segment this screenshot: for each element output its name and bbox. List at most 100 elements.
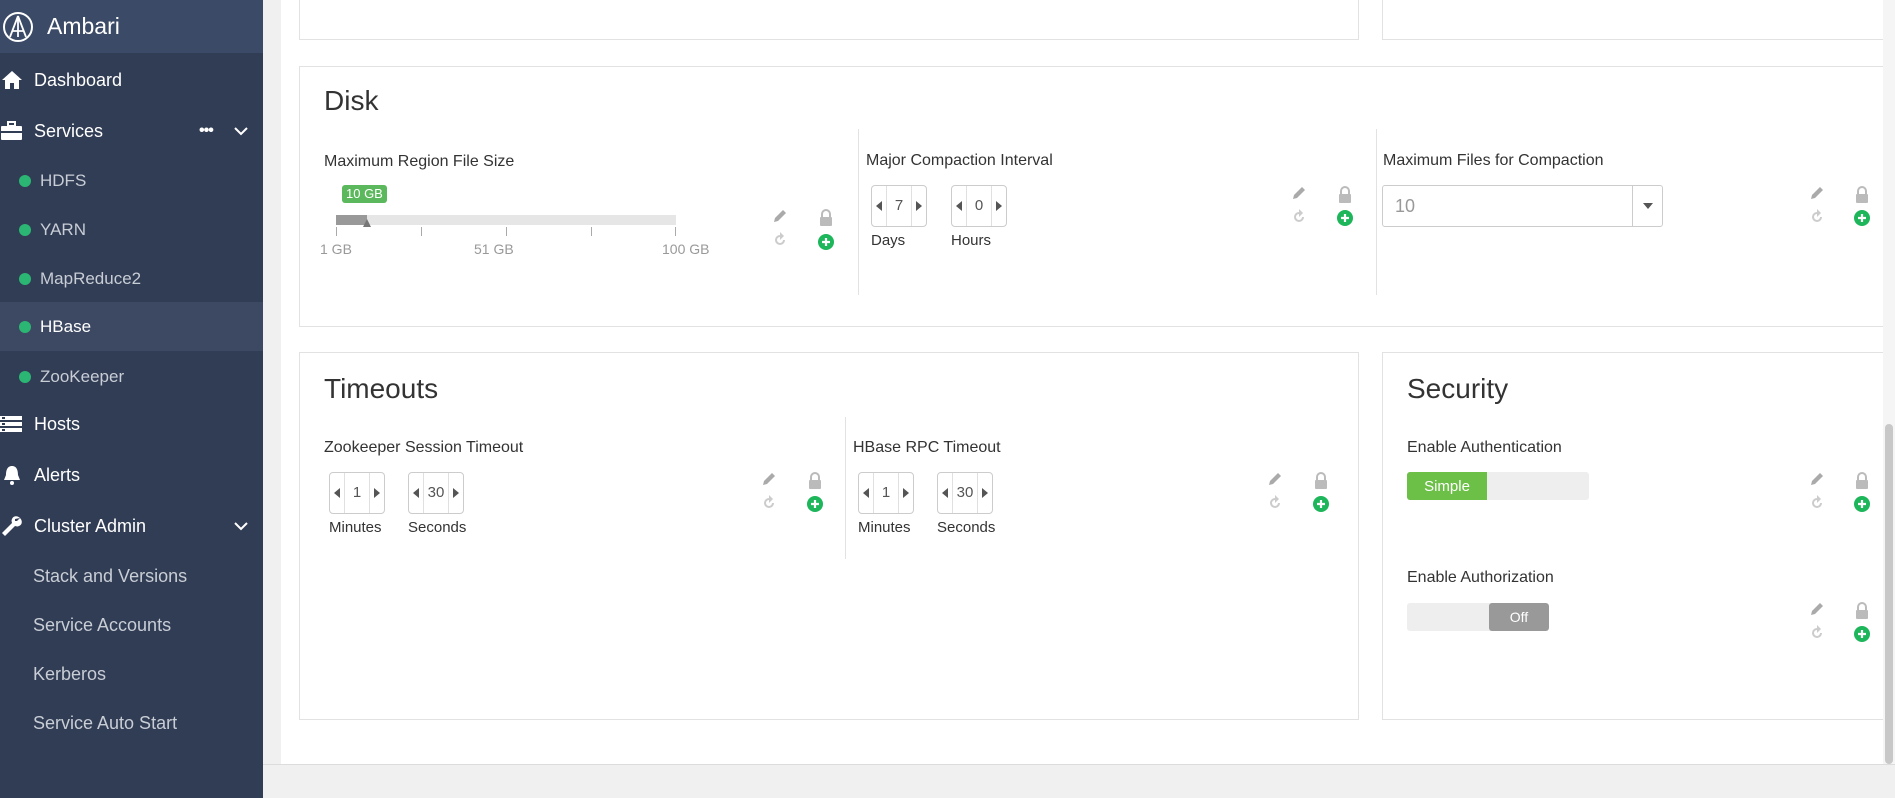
zk-seconds-stepper[interactable]: 30 xyxy=(408,472,464,514)
decrement-icon[interactable] xyxy=(859,473,873,513)
service-item-hdfs[interactable]: HDFS xyxy=(0,156,263,205)
add-override-icon[interactable] xyxy=(817,233,835,251)
hours-stepper[interactable]: 0 xyxy=(951,185,1007,227)
lock-icon[interactable] xyxy=(1336,186,1354,204)
main-content: Disk Maximum Region File Size 10 GB 1 GB… xyxy=(281,0,1895,764)
briefcase-icon xyxy=(1,121,22,140)
edit-icon[interactable] xyxy=(1808,600,1826,618)
undo-icon[interactable] xyxy=(1808,494,1826,512)
days-value[interactable]: 7 xyxy=(886,186,912,226)
admin-item-service-accounts[interactable]: Service Accounts xyxy=(0,601,263,650)
undo-icon[interactable] xyxy=(760,494,778,512)
max-files-combobox[interactable]: 10 xyxy=(1382,185,1663,227)
admin-item-label: Kerberos xyxy=(33,664,107,684)
lock-icon[interactable] xyxy=(1853,472,1871,490)
scrollbar-thumb[interactable] xyxy=(1885,424,1893,764)
admin-item-label: Stack and Versions xyxy=(33,566,188,586)
chevron-down-icon[interactable] xyxy=(233,518,249,534)
nav-dashboard[interactable]: Dashboard xyxy=(0,61,263,99)
increment-icon[interactable] xyxy=(992,186,1006,226)
service-item-hbase[interactable]: HBase xyxy=(0,302,263,351)
rpc-minutes-value[interactable]: 1 xyxy=(873,473,899,513)
add-override-icon[interactable] xyxy=(1336,209,1354,227)
panel-title: Security xyxy=(1407,373,1509,404)
lock-icon[interactable] xyxy=(817,209,835,227)
slider-handle[interactable] xyxy=(363,219,371,227)
zk-seconds-value[interactable]: 30 xyxy=(423,473,449,513)
rpc-seconds-value[interactable]: 30 xyxy=(952,473,978,513)
field-label: Enable Authorization xyxy=(1407,569,1554,586)
nav-alerts[interactable]: Alerts xyxy=(0,456,263,494)
days-stepper[interactable]: 7 xyxy=(871,185,927,227)
rpc-seconds-stepper[interactable]: 30 xyxy=(937,472,993,514)
field-label: Zookeeper Session Timeout xyxy=(324,439,524,456)
slider-tick xyxy=(336,227,337,236)
edit-icon[interactable] xyxy=(1808,470,1826,488)
lock-icon[interactable] xyxy=(1853,602,1871,620)
decrement-icon[interactable] xyxy=(872,186,886,226)
caret-down-icon xyxy=(1642,203,1653,209)
edit-icon[interactable] xyxy=(771,207,789,225)
scrollbar[interactable] xyxy=(1883,0,1895,764)
edit-icon[interactable] xyxy=(760,470,778,488)
undo-icon[interactable] xyxy=(1808,208,1826,226)
admin-item-service-auto-start[interactable]: Service Auto Start xyxy=(0,699,263,748)
add-override-icon[interactable] xyxy=(1853,209,1871,227)
status-dot xyxy=(19,223,31,236)
admin-item-kerberos[interactable]: Kerberos xyxy=(0,650,263,699)
status-dot xyxy=(19,370,31,383)
undo-icon[interactable] xyxy=(1290,208,1308,226)
admin-item-label: Service Auto Start xyxy=(33,713,178,733)
increment-icon[interactable] xyxy=(370,473,384,513)
slider-tick xyxy=(675,227,676,236)
authorization-toggle[interactable]: Off xyxy=(1407,603,1549,631)
authentication-toggle[interactable]: Simple xyxy=(1407,472,1589,500)
edit-icon[interactable] xyxy=(1266,470,1284,488)
service-item-label: ZooKeeper xyxy=(40,366,125,386)
add-override-icon[interactable] xyxy=(806,495,824,513)
decrement-icon[interactable] xyxy=(952,186,966,226)
lock-icon[interactable] xyxy=(1312,472,1330,490)
services-more-icon[interactable]: ••• xyxy=(199,122,214,140)
panel-title: Disk xyxy=(324,85,379,116)
slider-tick xyxy=(506,227,507,236)
disk-panel: Disk Maximum Region File Size 10 GB 1 GB… xyxy=(299,66,1895,327)
undo-icon[interactable] xyxy=(771,231,789,249)
lock-icon[interactable] xyxy=(1853,186,1871,204)
add-override-icon[interactable] xyxy=(1853,625,1871,643)
increment-icon[interactable] xyxy=(978,473,992,513)
increment-icon[interactable] xyxy=(899,473,913,513)
service-item-zookeeper[interactable]: ZooKeeper xyxy=(0,352,263,401)
hosts-icon xyxy=(0,416,22,432)
add-override-icon[interactable] xyxy=(1312,495,1330,513)
nav-cluster-admin[interactable]: Cluster Admin xyxy=(0,507,263,545)
rpc-minutes-stepper[interactable]: 1 xyxy=(858,472,914,514)
decrement-icon[interactable] xyxy=(938,473,952,513)
add-override-icon[interactable] xyxy=(1853,495,1871,513)
decrement-icon[interactable] xyxy=(409,473,423,513)
status-dot xyxy=(19,174,31,187)
dropdown-button[interactable] xyxy=(1632,186,1662,226)
edit-icon[interactable] xyxy=(1808,184,1826,202)
edit-icon[interactable] xyxy=(1290,184,1308,202)
zk-minutes-value[interactable]: 1 xyxy=(344,473,370,513)
nav-hosts[interactable]: Hosts xyxy=(0,405,263,443)
undo-icon[interactable] xyxy=(1808,624,1826,642)
chevron-down-icon[interactable] xyxy=(233,123,249,139)
service-item-yarn[interactable]: YARN xyxy=(0,205,263,254)
decrement-icon[interactable] xyxy=(330,473,344,513)
increment-icon[interactable] xyxy=(449,473,463,513)
undo-icon[interactable] xyxy=(1266,494,1284,512)
hours-value[interactable]: 0 xyxy=(966,186,992,226)
increment-icon[interactable] xyxy=(912,186,926,226)
zk-minutes-stepper[interactable]: 1 xyxy=(329,472,385,514)
slider-track[interactable] xyxy=(336,215,676,225)
slider-tick xyxy=(421,227,422,236)
home-icon xyxy=(2,71,22,89)
admin-item-stack-and-versions[interactable]: Stack and Versions xyxy=(0,552,263,601)
max-files-input[interactable]: 10 xyxy=(1383,186,1632,226)
brand[interactable]: Ambari xyxy=(0,0,263,53)
lock-icon[interactable] xyxy=(806,472,824,490)
nav-services[interactable]: Services ••• xyxy=(0,112,263,150)
service-item-mapreduce2[interactable]: MapReduce2 xyxy=(0,254,263,303)
